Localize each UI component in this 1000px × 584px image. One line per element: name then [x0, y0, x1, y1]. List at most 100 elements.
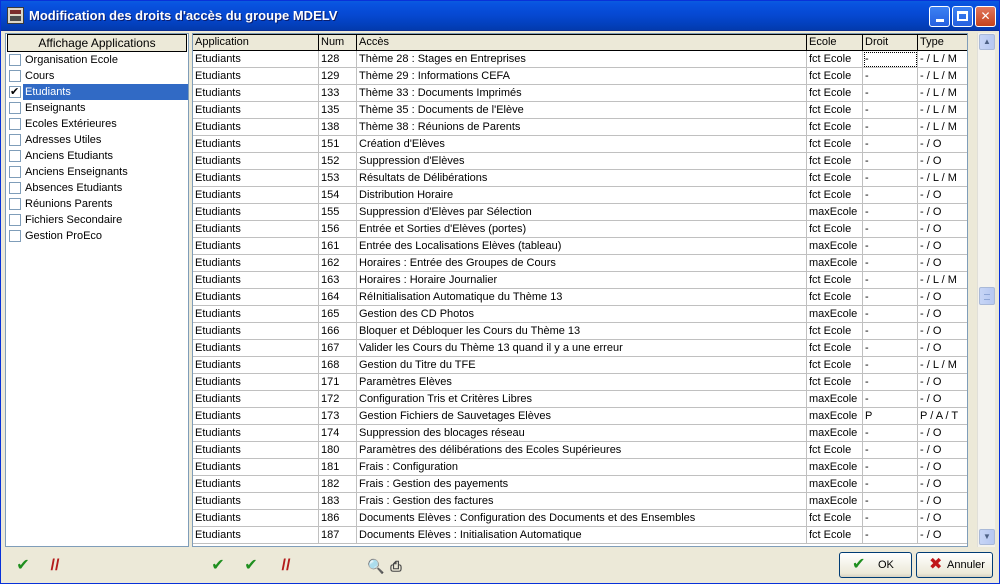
- app-item[interactable]: Adresses Utiles: [6, 132, 188, 148]
- cell-droit[interactable]: -: [863, 510, 918, 527]
- table-row[interactable]: Etudiants 187 Documents Elèves : Initialis…: [193, 527, 967, 544]
- cell-droit[interactable]: P: [863, 408, 918, 425]
- app-item[interactable]: Organisation Ecole: [6, 52, 188, 68]
- cell-droit[interactable]: -: [863, 238, 918, 255]
- table-row[interactable]: Etudiants 174 Suppression des blocages rés…: [193, 425, 967, 442]
- app-checkbox[interactable]: [9, 54, 21, 66]
- app-item[interactable]: Gestion ProEco: [6, 228, 188, 244]
- cell-droit[interactable]: -: [863, 442, 918, 459]
- scroll-up-button[interactable]: ▲: [979, 34, 995, 50]
- app-checkbox[interactable]: [9, 214, 21, 226]
- cell-droit[interactable]: -: [863, 255, 918, 272]
- app-checkbox[interactable]: [9, 182, 21, 194]
- table-row[interactable]: Etudiants 133 Thème 33 : Documents Imprimé…: [193, 85, 967, 102]
- ok-button[interactable]: ✔ OK: [839, 552, 912, 578]
- table-row[interactable]: Etudiants 180 Paramètres des délibérations…: [193, 442, 967, 459]
- cell-droit[interactable]: -: [863, 340, 918, 357]
- cell-droit[interactable]: -: [863, 289, 918, 306]
- scroll-thumb[interactable]: [979, 287, 995, 305]
- table-row[interactable]: Etudiants 151 Création d'Elèves fct Ecole - -…: [193, 136, 967, 153]
- cell-droit[interactable]: -: [863, 459, 918, 476]
- check-all-icon[interactable]: ✔: [241, 557, 261, 575]
- table-row[interactable]: Etudiants 155 Suppression d'Elèves par Sél…: [193, 204, 967, 221]
- table-row[interactable]: Etudiants 171 Paramètres Elèves fct Ecole - -…: [193, 374, 967, 391]
- cell-droit[interactable]: -: [863, 119, 918, 136]
- app-item[interactable]: Cours: [6, 68, 188, 84]
- table-row[interactable]: Etudiants 154 Distribution Horaire fct Ecol…: [193, 187, 967, 204]
- applications-header[interactable]: Affichage Applications: [7, 34, 187, 52]
- column-header-ecole[interactable]: Ecole: [807, 34, 863, 51]
- cell-droit[interactable]: -: [863, 187, 918, 204]
- column-header-droit[interactable]: Droit: [863, 34, 918, 51]
- app-item[interactable]: Ecoles Extérieures: [6, 116, 188, 132]
- table-row[interactable]: Etudiants 161 Entrée des Localisations Elè…: [193, 238, 967, 255]
- table-row[interactable]: Etudiants 152 Suppression d'Elèves fct Ecol…: [193, 153, 967, 170]
- cell-droit[interactable]: -: [863, 374, 918, 391]
- printer-icon[interactable]: ⎙: [386, 557, 406, 575]
- app-checkbox[interactable]: [9, 150, 21, 162]
- table-row[interactable]: Etudiants 172 Configuration Tris et Critèr…: [193, 391, 967, 408]
- app-checkbox[interactable]: [9, 84, 21, 100]
- cell-droit[interactable]: -: [863, 102, 918, 119]
- app-item[interactable]: Réunions Parents: [6, 196, 188, 212]
- cell-droit[interactable]: -: [863, 272, 918, 289]
- uncheck-all-apps-icon[interactable]: //: [45, 557, 65, 575]
- cell-droit[interactable]: -: [863, 136, 918, 153]
- cell-droit[interactable]: -: [863, 425, 918, 442]
- cell-droit[interactable]: -: [863, 153, 918, 170]
- table-row[interactable]: Etudiants 156 Entrée et Sorties d'Elèves (…: [193, 221, 967, 238]
- table-row[interactable]: Etudiants 165 Gestion des CD Photos maxEcol…: [193, 306, 967, 323]
- app-checkbox[interactable]: [9, 102, 21, 114]
- table-row[interactable]: Etudiants 168 Gestion du Titre du TFE fct E…: [193, 357, 967, 374]
- check-selected-icon[interactable]: ✔: [208, 557, 228, 575]
- table-row[interactable]: Etudiants 128 Thème 28 : Stages en Entrepr…: [193, 51, 967, 68]
- cancel-button[interactable]: ✖ Annuler: [916, 552, 993, 578]
- close-button[interactable]: ✕: [975, 6, 996, 27]
- vertical-scrollbar[interactable]: ▲ ▼: [977, 33, 995, 547]
- check-all-apps-icon[interactable]: ✔: [13, 557, 33, 575]
- cell-droit[interactable]: -: [863, 493, 918, 510]
- table-row[interactable]: Etudiants 129 Thème 29 : Informations CEFA…: [193, 68, 967, 85]
- column-header-type[interactable]: Type: [918, 34, 967, 51]
- app-item[interactable]: Absences Etudiants: [6, 180, 188, 196]
- column-header-application[interactable]: Application: [193, 34, 319, 51]
- app-item[interactable]: Fichiers Secondaire: [6, 212, 188, 228]
- app-checkbox[interactable]: [9, 230, 21, 242]
- table-row[interactable]: Etudiants 162 Horaires : Entrée des Groupe…: [193, 255, 967, 272]
- app-item[interactable]: Anciens Etudiants: [6, 148, 188, 164]
- clear-rights-icon[interactable]: //: [276, 557, 296, 575]
- app-checkbox[interactable]: [9, 118, 21, 130]
- table-row[interactable]: Etudiants 138 Thème 38 : Réunions de Paren…: [193, 119, 967, 136]
- table-row[interactable]: Etudiants 181 Frais : Configuration maxEcol…: [193, 459, 967, 476]
- table-row[interactable]: Etudiants 153 Résultats de Délibérations fc…: [193, 170, 967, 187]
- table-row[interactable]: Etudiants 163 Horaires : Horaire Journalie…: [193, 272, 967, 289]
- cell-droit[interactable]: -: [863, 323, 918, 340]
- cell-droit[interactable]: -: [863, 391, 918, 408]
- table-row[interactable]: Etudiants 182 Frais : Gestion des payement…: [193, 476, 967, 493]
- table-row[interactable]: Etudiants 166 Bloquer et Débloquer les Cou…: [193, 323, 967, 340]
- cell-droit[interactable]: -: [863, 68, 918, 85]
- app-item[interactable]: Etudiants: [6, 84, 188, 100]
- table-row[interactable]: Etudiants 186 Documents Elèves : Configura…: [193, 510, 967, 527]
- table-row[interactable]: Etudiants 183 Frais : Gestion des factures…: [193, 493, 967, 510]
- table-row[interactable]: Etudiants 164 RéInitialisation Automatique…: [193, 289, 967, 306]
- minimize-button[interactable]: [929, 6, 950, 27]
- cell-droit[interactable]: -: [863, 357, 918, 374]
- scroll-down-button[interactable]: ▼: [979, 529, 995, 545]
- cell-droit[interactable]: -: [863, 306, 918, 323]
- table-row[interactable]: Etudiants 173 Gestion Fichiers de Sauvetag…: [193, 408, 967, 425]
- app-item[interactable]: Enseignants: [6, 100, 188, 116]
- table-row[interactable]: Etudiants 135 Thème 35 : Documents de l'El…: [193, 102, 967, 119]
- maximize-button[interactable]: [952, 6, 973, 27]
- app-item[interactable]: Anciens Enseignants: [6, 164, 188, 180]
- cell-droit[interactable]: -: [863, 527, 918, 544]
- app-checkbox[interactable]: [9, 134, 21, 146]
- cell-droit[interactable]: -: [863, 476, 918, 493]
- cell-droit[interactable]: -: [863, 204, 918, 221]
- title-bar[interactable]: Modification des droits d'accès du group…: [1, 1, 999, 31]
- cell-droit[interactable]: -: [863, 170, 918, 187]
- cell-droit[interactable]: -: [863, 51, 918, 68]
- column-header-num[interactable]: Num: [319, 34, 357, 51]
- app-checkbox[interactable]: [9, 198, 21, 210]
- cell-droit[interactable]: -: [863, 221, 918, 238]
